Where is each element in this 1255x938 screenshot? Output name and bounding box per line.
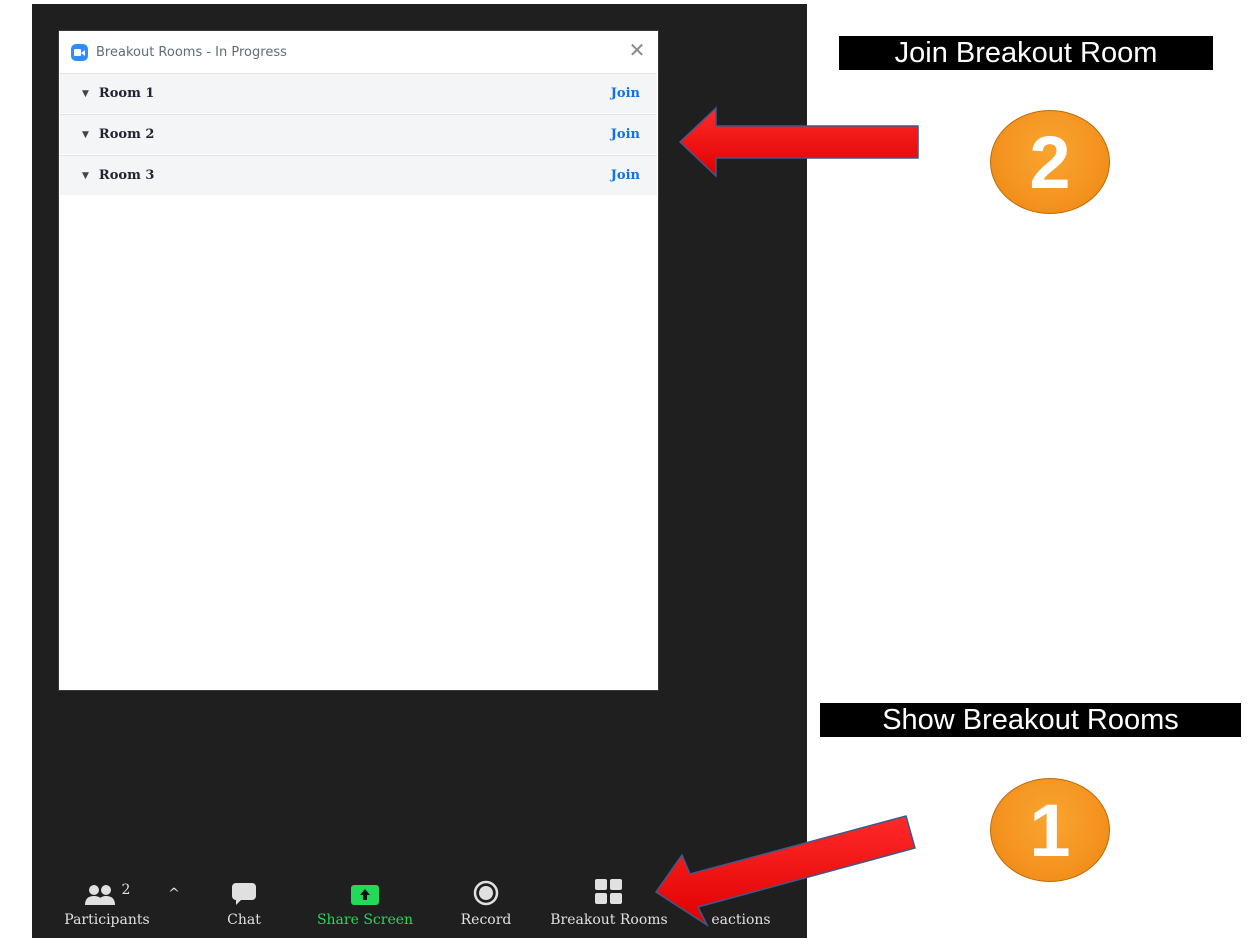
room-row-2[interactable]: ▼ Room 2 Join bbox=[60, 114, 657, 154]
share-screen-icon bbox=[351, 885, 379, 905]
caret-down-icon[interactable]: ▼ bbox=[82, 130, 89, 140]
breakout-rooms-button[interactable]: Breakout Rooms bbox=[548, 876, 670, 938]
close-icon[interactable]: ✕ bbox=[626, 39, 648, 61]
reactions-button[interactable]: eactions bbox=[706, 876, 776, 938]
share-screen-button[interactable]: Share Screen bbox=[308, 876, 422, 938]
dialog-title: Breakout Rooms - In Progress bbox=[96, 44, 287, 60]
join-breakout-room-caption: Join Breakout Room bbox=[839, 36, 1213, 70]
participants-icon bbox=[84, 885, 115, 905]
reactions-label: eactions bbox=[711, 912, 771, 928]
record-icon bbox=[473, 880, 499, 906]
caret-down-icon[interactable]: ▼ bbox=[82, 171, 89, 181]
join-room-1-button[interactable]: Join bbox=[611, 86, 640, 101]
room-row-3[interactable]: ▼ Room 3 Join bbox=[60, 155, 657, 195]
step-1-badge: 1 bbox=[990, 778, 1110, 882]
dialog-titlebar: Breakout Rooms - In Progress ✕ bbox=[59, 31, 658, 73]
join-room-2-button[interactable]: Join bbox=[611, 127, 640, 142]
room-name: Room 3 bbox=[98, 168, 155, 183]
chat-button[interactable]: Chat bbox=[218, 876, 270, 938]
caret-up-icon: ^ bbox=[168, 886, 180, 902]
meeting-toolbar: 2 Participants ^ Chat Share Screen Recor… bbox=[32, 876, 807, 938]
breakout-rooms-label: Breakout Rooms bbox=[550, 912, 668, 928]
join-room-3-button[interactable]: Join bbox=[611, 168, 640, 183]
participants-options-button[interactable]: ^ bbox=[164, 876, 184, 938]
room-name: Room 1 bbox=[98, 86, 155, 101]
caret-down-icon[interactable]: ▼ bbox=[82, 89, 89, 99]
room-row-1[interactable]: ▼ Room 1 Join bbox=[60, 73, 657, 113]
share-screen-label: Share Screen bbox=[316, 912, 414, 928]
breakout-rooms-icon bbox=[595, 879, 622, 904]
participants-label: Participants bbox=[64, 912, 150, 928]
record-button[interactable]: Record bbox=[452, 876, 520, 938]
chat-icon bbox=[232, 883, 256, 905]
record-label: Record bbox=[460, 912, 512, 928]
participants-count: 2 bbox=[121, 882, 131, 898]
room-name: Room 2 bbox=[98, 127, 155, 142]
chat-label: Chat bbox=[227, 912, 261, 928]
show-breakout-rooms-caption: Show Breakout Rooms bbox=[820, 703, 1241, 737]
step-2-badge: 2 bbox=[990, 110, 1110, 214]
room-list: ▼ Room 1 Join ▼ Room 2 Join ▼ Room 3 Joi… bbox=[60, 73, 657, 196]
zoom-logo-icon bbox=[71, 43, 88, 61]
participants-button[interactable]: 2 Participants bbox=[60, 876, 154, 938]
breakout-rooms-dialog: Breakout Rooms - In Progress ✕ ▼ Room 1 … bbox=[58, 30, 659, 691]
